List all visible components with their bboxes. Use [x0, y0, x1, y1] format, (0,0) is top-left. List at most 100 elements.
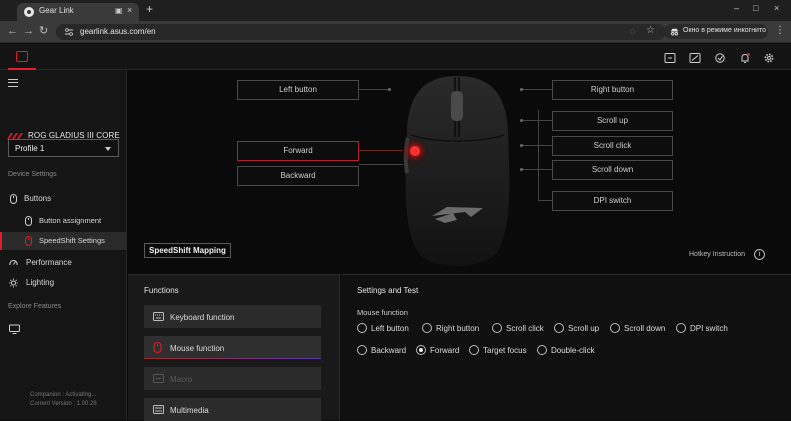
functions-title: Functions: [144, 286, 179, 295]
mouse-button-dpi-switch[interactable]: DPI switch: [552, 191, 673, 211]
mouse-button-scroll-up[interactable]: Scroll up: [552, 111, 673, 131]
sidebar-item-label: SpeedShift Settings: [39, 236, 105, 245]
radio-label: Scroll click: [506, 324, 544, 333]
notification-bell-icon[interactable]: [739, 52, 751, 64]
mouse-icon: [10, 194, 17, 204]
mouse-button-scroll-down[interactable]: Scroll down: [552, 160, 673, 180]
info-icon[interactable]: i: [754, 249, 765, 260]
leader-line: [359, 164, 403, 165]
mouse-button-label: Right button: [590, 85, 635, 94]
device-settings-header: Device Settings: [8, 171, 57, 178]
incognito-label: Окно в режиме инкогнито: [683, 27, 766, 34]
function-multimedia[interactable]: Multimedia: [144, 398, 321, 421]
browser-tab[interactable]: Gear Link ▣ ×: [17, 3, 139, 21]
macro-icon: [153, 374, 164, 383]
new-tab-button[interactable]: +: [146, 3, 153, 15]
mouse-button-backward[interactable]: Backward: [237, 166, 359, 186]
mouse-illustration: [401, 76, 510, 266]
window-close-button[interactable]: ×: [774, 3, 779, 13]
radio-circle: [357, 345, 367, 355]
hamburger-menu-icon[interactable]: [8, 79, 18, 87]
device-tab[interactable]: [8, 44, 36, 70]
radio-label: Forward: [430, 346, 460, 355]
sun-icon: [9, 278, 18, 288]
mouse-button-scroll-click[interactable]: Scroll click: [552, 136, 673, 156]
radio-circle: [492, 323, 502, 333]
leader-line: [522, 145, 552, 146]
function-label: Macro: [170, 375, 193, 384]
eye-off-icon[interactable]: ◌: [630, 26, 635, 36]
mouse-button-label: Scroll down: [591, 165, 634, 174]
tab-title: Gear Link: [39, 6, 74, 15]
radio-label: Scroll up: [568, 324, 600, 333]
chrome-favicon-icon: [24, 7, 34, 17]
sidebar-item-label: Buttons: [24, 194, 52, 203]
reload-button[interactable]: ↻: [39, 25, 48, 37]
version-status: Current Version : 1.00.28: [30, 401, 97, 407]
function-label: Mouse function: [170, 344, 225, 353]
sidebar-item-speedshift-settings[interactable]: SpeedShift Settings: [0, 232, 127, 250]
mouse-button-left[interactable]: Left button: [237, 80, 359, 100]
url-input[interactable]: gearlink.asus.com/en: [56, 24, 666, 40]
device-icon: [16, 51, 28, 62]
mouse-icon: [25, 216, 32, 226]
radio-circle-selected: [416, 345, 426, 355]
hotkey-instruction-label[interactable]: Hotkey Instruction: [689, 251, 745, 258]
radio-circle: [357, 323, 367, 333]
gear-icon[interactable]: [763, 52, 775, 64]
site-info-icon[interactable]: [64, 27, 74, 37]
mouse-icon: [153, 342, 162, 353]
function-macro: Macro: [144, 367, 321, 390]
settings-title: Settings and Test: [357, 286, 419, 295]
bookmark-star-icon[interactable]: ☆: [646, 25, 655, 36]
radio-label: Backward: [371, 346, 407, 355]
sidebar-item-companion[interactable]: [0, 320, 127, 338]
radio-label: Target focus: [483, 346, 527, 355]
radio-label: Double-click: [551, 346, 595, 355]
leader-line: [359, 89, 389, 90]
browser-menu-icon[interactable]: ⋮: [775, 25, 785, 36]
media-icon[interactable]: ▣: [115, 6, 123, 15]
multimedia-icon: [153, 405, 164, 414]
incognito-badge[interactable]: Окно в режиме инкогнито: [664, 24, 768, 39]
radio-label: Scroll down: [624, 324, 666, 333]
performance-icon: [9, 260, 18, 266]
mouse-button-forward[interactable]: Forward: [237, 141, 359, 161]
function-keyboard[interactable]: Keyboard function: [144, 305, 321, 328]
explore-features-header: Explore Features: [8, 303, 62, 310]
keyboard-icon: [153, 312, 164, 321]
mouse-button-label: Scroll up: [596, 116, 629, 125]
leader-line: [538, 110, 539, 201]
leader-line: [522, 120, 552, 121]
leader-dot: [520, 88, 523, 91]
radio-circle: [469, 345, 479, 355]
leader-line: [522, 169, 552, 170]
mouse-function-label: Mouse function: [357, 308, 408, 317]
radio-circle: [610, 323, 620, 333]
tab-close-icon[interactable]: ×: [127, 5, 132, 15]
function-mouse[interactable]: Mouse function: [144, 336, 321, 359]
mouse-button-label: Scroll click: [593, 141, 632, 150]
forward-nav-button[interactable]: →: [23, 25, 34, 37]
image-icon[interactable]: [689, 52, 701, 64]
sync-icon[interactable]: [714, 52, 726, 64]
screen-icon[interactable]: [664, 52, 676, 64]
sidebar-item-label: Performance: [26, 258, 72, 267]
back-button[interactable]: ←: [7, 25, 18, 37]
minimize-button[interactable]: –: [734, 3, 739, 13]
companion-status: Companion : Activating...: [30, 392, 97, 398]
profile-select[interactable]: Profile 1: [8, 139, 119, 157]
chevron-down-icon: [105, 147, 111, 151]
monitor-icon: [9, 324, 20, 334]
sidebar-item-button-assignment[interactable]: Button assignment: [0, 212, 127, 230]
mouse-button-right[interactable]: Right button: [552, 80, 673, 100]
leader-dot: [520, 144, 523, 147]
sidebar-item-performance[interactable]: Performance: [0, 254, 127, 272]
settings-panel: Settings and Test Mouse function Left bu…: [341, 274, 791, 420]
sidebar-item-lighting[interactable]: Lighting: [0, 274, 127, 292]
sidebar-item-buttons[interactable]: Buttons: [0, 190, 127, 208]
maximize-button[interactable]: □: [753, 3, 758, 13]
leader-line: [522, 89, 552, 90]
leader-line: [538, 200, 552, 201]
function-label: Keyboard function: [170, 313, 235, 322]
